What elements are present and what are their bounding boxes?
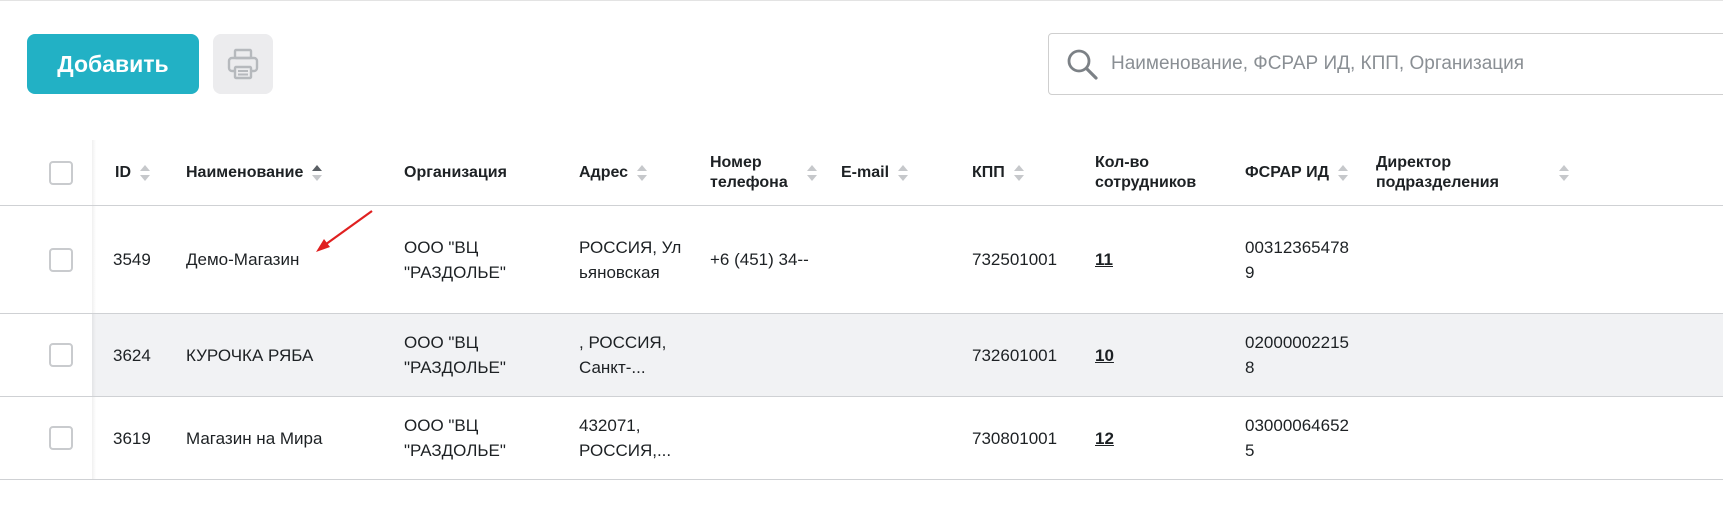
cell-kpp: 730801001 [972,428,1058,448]
table-row[interactable]: 3619 Магазин на Мира ООО "ВЦ "РАЗДОЛЬЕ" … [0,397,1723,480]
search-box [1048,33,1723,95]
column-header-id[interactable]: ID [115,140,151,205]
cell-organization: ООО "ВЦ "РАЗДОЛЬЕ" [404,333,506,377]
employees-count-link[interactable]: 10 [1095,343,1114,368]
cell-phone: +6 (451) 34-- [710,250,809,269]
sort-icon [1338,164,1349,181]
employees-count-link[interactable]: 12 [1095,426,1114,451]
select-all-checkbox[interactable] [49,160,73,185]
row-checkbox[interactable] [49,343,73,367]
cell-fsrar: 030000646525 [1245,416,1350,460]
sort-icon [140,164,150,181]
cell-organization: ООО "ВЦ "РАЗДОЛЬЕ" [404,416,506,460]
sort-icon [807,164,817,181]
sort-icon [637,164,648,181]
table-row[interactable]: 3549 Демо-Магазин ООО "ВЦ "РАЗДОЛЬЕ" РОС… [0,206,1723,314]
row-checkbox[interactable] [49,247,73,272]
cell-fsrar: 003123654789 [1245,237,1350,282]
cell-name: Магазин на Мира [186,428,323,448]
annotation-arrow-icon [316,210,373,252]
column-header-address[interactable]: Адрес [579,140,648,205]
employees-count-link[interactable]: 11 [1095,247,1113,272]
add-button[interactable]: Добавить [27,34,199,94]
cell-id: 3549 [113,250,151,269]
cell-name: КУРОЧКА РЯБА [186,345,314,365]
table-row[interactable]: 3624 КУРОЧКА РЯБА ООО "ВЦ "РАЗДОЛЬЕ" , Р… [0,314,1723,397]
cell-organization: ООО "ВЦ "РАЗДОЛЬЕ" [404,237,506,282]
search-input[interactable] [1109,52,1723,76]
column-header-phone[interactable]: Номер телефона [710,140,818,205]
sort-icon [1013,164,1024,181]
cell-address: РОССИЯ, Ульяновская [579,237,682,282]
column-header-organization: Организация [404,163,507,181]
toolbar: Добавить [0,0,1723,110]
cell-address: , РОССИЯ, Санкт-... [579,333,667,377]
printer-icon [227,48,259,80]
cell-name: Демо-Магазин [186,250,300,269]
search-icon [1065,47,1099,81]
cell-kpp: 732601001 [972,345,1058,365]
table-header: ID Наименование Организация Адрес Номер … [0,140,1723,206]
column-header-kpp[interactable]: КПП [972,140,1025,205]
sort-asc-icon [312,164,323,181]
column-header-email[interactable]: E-mail [841,140,909,205]
cell-kpp: 732501001 [972,250,1058,269]
column-header-name[interactable]: Наименование [186,140,323,205]
column-header-fsrar[interactable]: ФСРАР ИД [1245,140,1349,205]
cell-id: 3624 [113,345,151,365]
row-checkbox[interactable] [49,426,73,450]
sort-icon [1559,164,1569,181]
column-header-director[interactable]: Директор подразделения [1376,140,1570,205]
cell-fsrar: 020000022158 [1245,333,1350,377]
print-button[interactable] [213,34,273,94]
cell-id: 3619 [113,428,151,448]
column-header-employees: Кол-во сотрудников [1095,153,1197,191]
sort-icon [898,164,909,181]
cell-address: 432071, РОССИЯ,... [579,416,672,460]
